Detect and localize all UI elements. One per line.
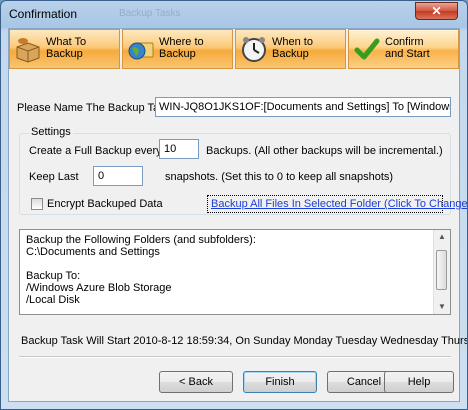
finish-button[interactable]: Finish <box>243 371 317 393</box>
step-label: When to Backup <box>272 36 313 60</box>
step-label: Confirm and Start <box>385 36 430 60</box>
summary-line: /Windows Azure Blob Storage <box>26 282 172 294</box>
step-confirm-and-start[interactable]: Confirm and Start <box>348 29 459 69</box>
schedule-summary: Backup Task Will Start 2010-8-12 18:59:3… <box>21 335 468 347</box>
checkmark-icon <box>354 38 380 60</box>
title-bar[interactable]: Confirmation Backup Tasks ✕ <box>1 1 467 29</box>
summary-textbox[interactable]: Backup the Following Folders (and subfol… <box>19 229 451 315</box>
background-window-title: Backup Tasks <box>119 8 181 19</box>
window-title: Confirmation <box>9 7 78 21</box>
dialog-client-area: What To Backup Where to Backup When to B… <box>8 28 467 402</box>
summary-line: Backup To: <box>26 270 81 282</box>
help-button[interactable]: Help <box>384 371 454 393</box>
summary-line: /Local Disk <box>26 294 80 306</box>
settings-legend: Settings <box>29 126 73 138</box>
summary-line: Backup the Following Folders (and subfol… <box>26 234 256 246</box>
task-name-field[interactable]: WIN-JQ8O1JKS1OF:[Documents and Settings]… <box>155 97 451 117</box>
select-folder-link[interactable]: Backup All Files In Selected Folder (Cli… <box>207 195 467 213</box>
scroll-down-icon[interactable]: ▼ <box>434 300 450 314</box>
footer-divider <box>19 356 451 358</box>
full-backup-suffix: Backups. (All other backups will be incr… <box>206 145 443 157</box>
keep-last-label: Keep Last <box>29 171 79 183</box>
back-button[interactable]: < Back <box>159 371 233 393</box>
scroll-up-icon[interactable]: ▲ <box>434 230 450 244</box>
task-name-label: Please Name The Backup Task <box>17 102 171 114</box>
close-button[interactable]: ✕ <box>415 2 458 20</box>
full-backup-label: Create a Full Backup every <box>29 145 162 157</box>
summary-scrollbar[interactable]: ▲ ▼ <box>433 230 450 314</box>
keep-last-suffix: snapshots. (Set this to 0 to keep all sn… <box>165 171 394 183</box>
summary-line: C:\Documents and Settings <box>26 246 160 258</box>
confirmation-window: Confirmation Backup Tasks ✕ What To Back… <box>0 0 468 410</box>
clock-icon <box>242 37 266 62</box>
keep-last-field[interactable]: 0 <box>93 166 143 186</box>
step-what-to-backup[interactable]: What To Backup <box>9 29 120 69</box>
globe-folder-icon <box>128 42 154 60</box>
backup-box-icon <box>16 38 40 63</box>
close-icon: ✕ <box>431 4 442 18</box>
encrypt-checkbox[interactable] <box>31 198 43 210</box>
full-backup-interval-field[interactable]: 10 <box>159 139 199 159</box>
encrypt-label[interactable]: Encrypt Backuped Data <box>47 198 163 210</box>
wizard-steps: What To Backup Where to Backup When to B… <box>9 29 459 71</box>
step-where-to-backup[interactable]: Where to Backup <box>122 29 233 69</box>
step-label: Where to Backup <box>159 36 204 60</box>
step-when-to-backup[interactable]: When to Backup <box>235 29 346 69</box>
scroll-thumb[interactable] <box>436 250 447 290</box>
step-label: What To Backup <box>46 36 87 60</box>
